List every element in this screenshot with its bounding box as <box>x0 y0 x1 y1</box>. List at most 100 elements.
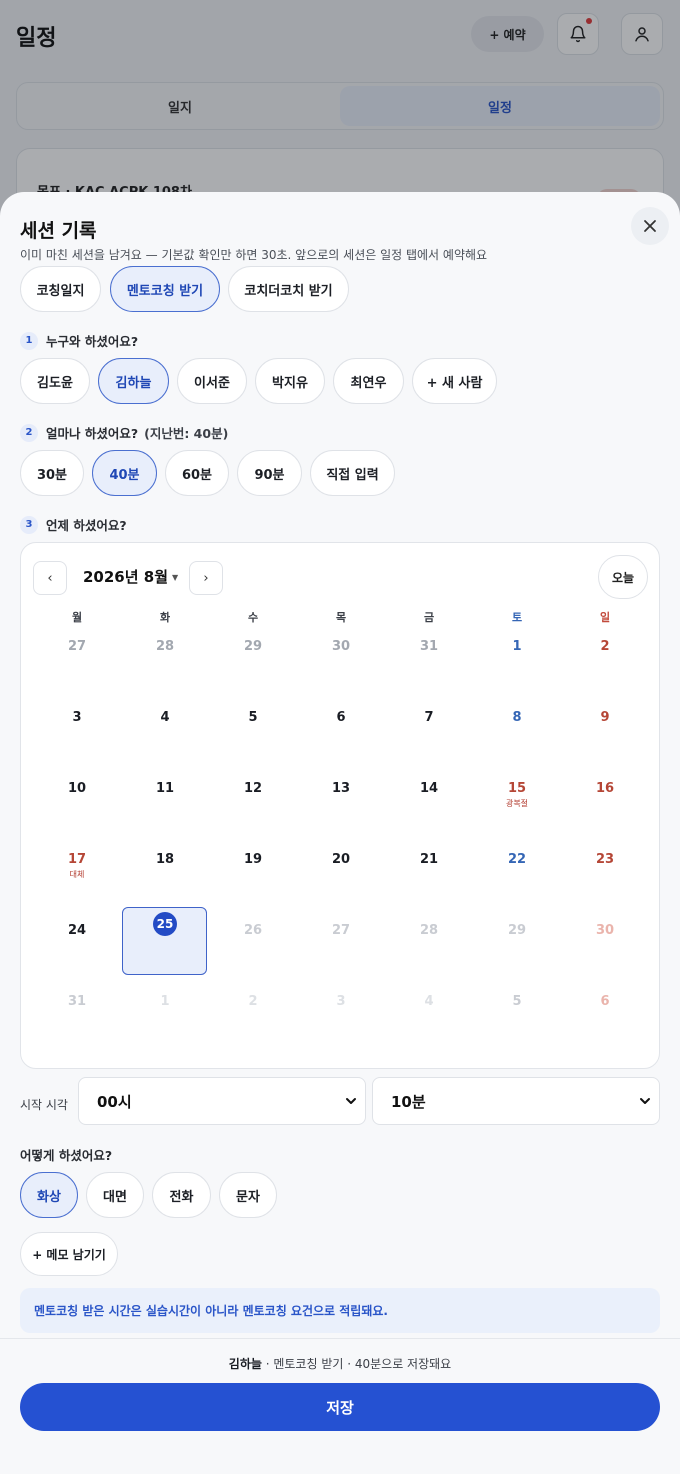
calendar-day[interactable]: 6 <box>297 702 385 773</box>
duration-chip-custom[interactable]: 직접 입력 <box>310 450 395 496</box>
person-chip-choi-yeonwoo[interactable]: 최연우 <box>333 358 404 404</box>
add-memo-button[interactable]: + 메모 남기기 <box>20 1232 118 1276</box>
calendar-day[interactable]: 21 <box>385 844 473 915</box>
type-chip-coach-the-coach[interactable]: 코치더코치 받기 <box>228 266 349 312</box>
calendar-day[interactable]: 30 <box>297 631 385 702</box>
weekday-label: 월 <box>71 611 83 624</box>
day-number: 5 <box>512 994 522 1009</box>
close-button[interactable] <box>631 207 669 245</box>
person-chip-kim-haneul[interactable]: 김하늘 <box>98 358 169 404</box>
calendar-day[interactable]: 5 <box>209 702 297 773</box>
weekday-label: 목 <box>335 611 347 624</box>
calendar-day[interactable]: 19 <box>209 844 297 915</box>
step-1-label: 1 누구와 하셨어요? <box>20 331 138 350</box>
method-chip-in-person[interactable]: 대면 <box>86 1172 144 1218</box>
type-chip-mentor-coaching[interactable]: 멘토코칭 받기 <box>110 266 220 312</box>
calendar-week: 27 28 29 30 31 1 2 <box>33 631 649 702</box>
chevron-down-icon <box>640 1098 650 1104</box>
calendar-day[interactable]: 15 광복절 <box>473 773 561 844</box>
method-chip-phone[interactable]: 전화 <box>152 1172 211 1218</box>
minute-select[interactable]: 10분 <box>372 1077 660 1125</box>
day-number: 15 <box>507 781 527 796</box>
method-chip-video[interactable]: 화상 <box>20 1172 78 1218</box>
calendar-day[interactable]: 17 대체 <box>33 844 121 915</box>
save-button[interactable]: 저장 <box>20 1383 660 1431</box>
day-number: 5 <box>248 710 258 725</box>
calendar-day: 2 <box>209 986 297 1057</box>
weekday-label: 금 <box>423 611 435 624</box>
calendar-day[interactable]: 8 <box>473 702 561 773</box>
hour-value: 00시 <box>97 1092 132 1111</box>
holiday-label: 광복절 <box>505 799 529 808</box>
holiday-label: 대체 <box>69 870 85 879</box>
day-number: 28 <box>419 923 439 938</box>
calendar-day[interactable]: 14 <box>385 773 473 844</box>
day-number: 13 <box>331 781 351 796</box>
duration-chip-60[interactable]: 60분 <box>165 450 229 496</box>
step-3-number: 3 <box>20 515 38 534</box>
next-month-button[interactable]: › <box>189 561 223 595</box>
type-chip-coaching-journal[interactable]: 코칭일지 <box>20 266 101 312</box>
calendar-day: 5 <box>473 986 561 1057</box>
calendar-day[interactable]: 28 <box>121 631 209 702</box>
calendar-day[interactable]: 2 <box>561 631 649 702</box>
day-number: 10 <box>67 781 87 796</box>
calendar-day: 31 <box>33 986 121 1057</box>
calendar-day[interactable]: 18 <box>121 844 209 915</box>
day-number: 4 <box>424 994 434 1009</box>
calendar-day[interactable]: 10 <box>33 773 121 844</box>
day-number: 26 <box>243 923 263 938</box>
calendar-day[interactable]: 13 <box>297 773 385 844</box>
calendar-day[interactable]: 16 <box>561 773 649 844</box>
minute-value: 10분 <box>391 1092 426 1111</box>
person-chip-kim-doyun[interactable]: 김도윤 <box>20 358 90 404</box>
calendar-day: 29 <box>473 915 561 986</box>
calendar-day[interactable]: 11 <box>121 773 209 844</box>
calendar-day[interactable]: 7 <box>385 702 473 773</box>
duration-chip-30[interactable]: 30분 <box>20 450 84 496</box>
calendar-day[interactable]: 23 <box>561 844 649 915</box>
start-time-label: 시작 시각 <box>20 1098 68 1112</box>
calendar-day[interactable]: 27 <box>33 631 121 702</box>
step-3-text: 언제 하셨어요? <box>46 518 127 533</box>
calendar-day[interactable]: 24 <box>33 915 121 986</box>
step-2-hint: (지난번: 40분) <box>144 426 229 441</box>
day-number: 12 <box>243 781 263 796</box>
day-number: 31 <box>419 639 439 654</box>
day-number: 1 <box>512 639 522 654</box>
calendar-day[interactable]: 31 <box>385 631 473 702</box>
month-selector[interactable]: 2026년 8월 ▼ <box>83 566 178 587</box>
day-number: 11 <box>155 781 175 796</box>
day-number: 1 <box>160 994 170 1009</box>
calendar-day[interactable]: 9 <box>561 702 649 773</box>
calendar-week: 17 대체 18 19 20 21 22 23 <box>33 844 649 915</box>
calendar-day[interactable]: 22 <box>473 844 561 915</box>
day-number: 2 <box>600 639 610 654</box>
today-button[interactable]: 오늘 <box>598 555 648 599</box>
step-1-text: 누구와 하셨어요? <box>46 334 139 349</box>
calendar-day[interactable]: 20 <box>297 844 385 915</box>
hour-select[interactable]: 00시 <box>78 1077 366 1125</box>
duration-chip-90[interactable]: 90분 <box>237 450 302 496</box>
person-chip-lee-seojun[interactable]: 이서준 <box>177 358 247 404</box>
calendar-day[interactable]: 4 <box>121 702 209 773</box>
calendar-day: 28 <box>385 915 473 986</box>
sheet-footer: 김하늘 · 멘토코칭 받기 · 40분으로 저장돼요 저장 <box>0 1338 680 1474</box>
summary-person: 김하늘 <box>228 1357 262 1371</box>
calendar-day[interactable]: 12 <box>209 773 297 844</box>
method-chip-text[interactable]: 문자 <box>219 1172 277 1218</box>
duration-chip-40[interactable]: 40분 <box>92 450 157 496</box>
add-person-chip[interactable]: + 새 사람 <box>412 358 497 404</box>
calendar-day[interactable]: 3 <box>33 702 121 773</box>
calendar-day-selected[interactable]: 25 <box>121 907 209 986</box>
prev-month-button[interactable]: ‹ <box>33 561 67 595</box>
month-label: 2026년 8월 <box>83 568 169 586</box>
person-chip-park-jiyu[interactable]: 박지유 <box>255 358 325 404</box>
step-3-label: 3 언제 하셨어요? <box>20 515 127 534</box>
sheet-subtitle: 이미 마친 세션을 남겨요 — 기본값 확인만 하면 30초. 앞으로의 세션은… <box>20 248 488 262</box>
calendar-grid: 27 28 29 30 31 1 2 3 4 5 6 7 8 9 10 11 12 13 14 15 광복절 16 17 대체… <box>33 631 649 1057</box>
calendar-day[interactable]: 29 <box>209 631 297 702</box>
day-number: 9 <box>600 710 610 725</box>
day-number: 29 <box>243 639 263 654</box>
calendar-day[interactable]: 1 <box>473 631 561 702</box>
